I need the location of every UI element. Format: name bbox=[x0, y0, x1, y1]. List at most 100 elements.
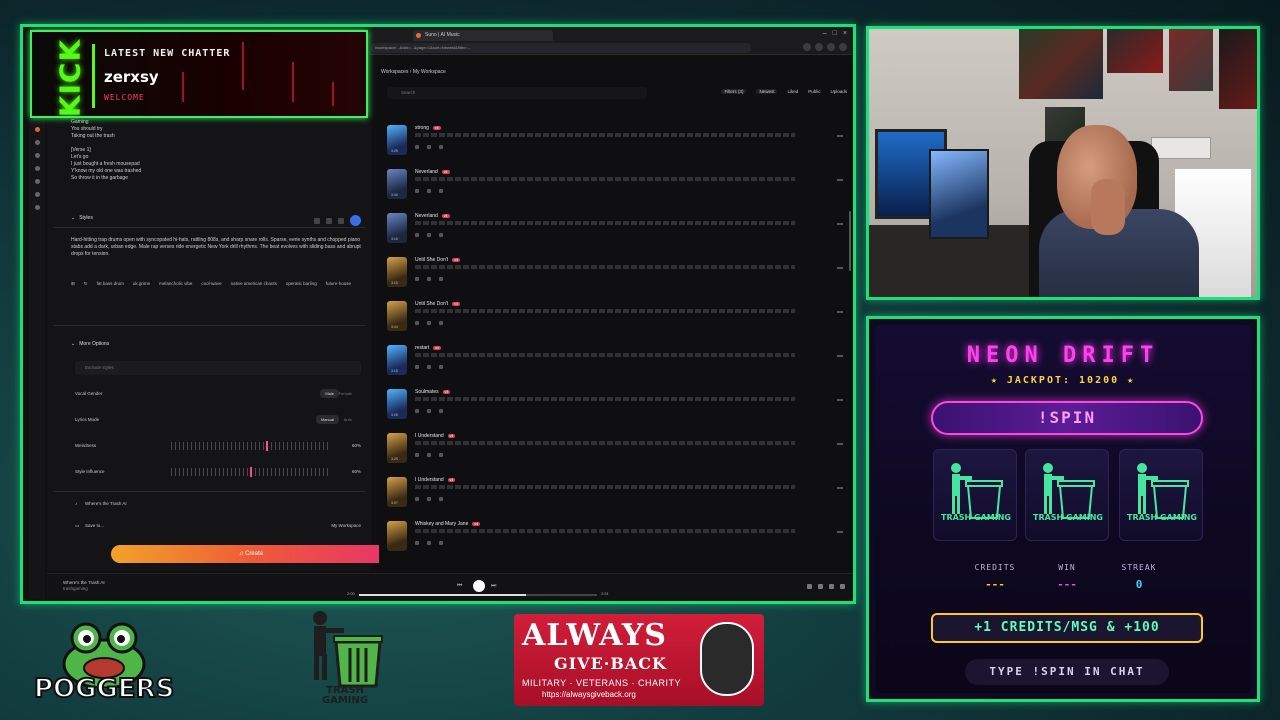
styles-textarea[interactable]: Hard-hitting trap drums open with syncop… bbox=[71, 237, 361, 258]
more-options-icon[interactable] bbox=[837, 443, 843, 445]
share-icon[interactable] bbox=[439, 321, 443, 325]
thumbs-up-icon[interactable] bbox=[415, 145, 419, 149]
style-tag[interactable]: operatic barling bbox=[286, 281, 317, 287]
share-icon[interactable] bbox=[439, 497, 443, 501]
share-icon[interactable] bbox=[439, 541, 443, 545]
home-icon[interactable] bbox=[34, 127, 40, 132]
song-title[interactable]: Whiskey and Mary Jane v4 bbox=[415, 521, 481, 527]
address-bar[interactable]: /workspace/...&wid=...&page=1&sort=Newes… bbox=[371, 43, 751, 53]
progress-bar[interactable] bbox=[359, 594, 597, 596]
breadcrumb[interactable]: Workspaces › My Workspace bbox=[381, 69, 446, 75]
thumbs-up-icon[interactable] bbox=[415, 321, 419, 325]
song-title[interactable]: I Understand v4 bbox=[415, 433, 456, 439]
style-influence-slider-handle[interactable] bbox=[250, 467, 252, 477]
create-icon[interactable] bbox=[34, 140, 40, 145]
exclude-styles-input[interactable]: Exclude styles bbox=[75, 361, 361, 375]
profile-icon[interactable] bbox=[839, 43, 847, 51]
share-icon[interactable] bbox=[439, 145, 443, 149]
song-title[interactable]: I Understand v4 bbox=[415, 477, 456, 483]
like-icon[interactable] bbox=[807, 584, 812, 589]
undo-icon[interactable] bbox=[314, 217, 320, 224]
minimize-icon[interactable]: – bbox=[823, 30, 827, 37]
thumbs-up-icon[interactable] bbox=[415, 189, 419, 193]
vocal-female-toggle[interactable]: Female bbox=[334, 389, 357, 398]
style-influence-slider[interactable] bbox=[171, 467, 331, 477]
song-row[interactable]: 3:07 I Understand v4 bbox=[387, 475, 847, 519]
pin-icon[interactable]: ⊞ bbox=[71, 281, 75, 287]
song-title-row[interactable]: ♪ Where's the Trash AI bbox=[75, 497, 361, 511]
workspace-search-input[interactable]: Search bbox=[387, 87, 647, 99]
style-tag[interactable]: melancholic vibe bbox=[159, 281, 192, 287]
styles-header[interactable]: ⌄ Styles bbox=[71, 215, 93, 221]
style-tag[interactable]: uk grime bbox=[133, 281, 150, 287]
thumbs-up-icon[interactable] bbox=[415, 277, 419, 281]
search-icon[interactable] bbox=[34, 166, 40, 171]
song-title-input[interactable]: Where's the Trash AI bbox=[85, 501, 127, 506]
lyrics-auto-toggle[interactable]: Auto bbox=[339, 415, 357, 424]
style-tag[interactable]: fat bass drum bbox=[97, 281, 124, 287]
song-row[interactable]: 3:15 Until She Don't v4 bbox=[387, 255, 847, 299]
now-playing[interactable]: Where's the Trash AI trashgaming bbox=[63, 580, 105, 592]
explore-icon[interactable] bbox=[34, 179, 40, 184]
thumbs-down-icon[interactable] bbox=[427, 409, 431, 413]
song-title[interactable]: restart v4 bbox=[415, 345, 441, 351]
share-icon[interactable] bbox=[818, 584, 823, 589]
thumbs-down-icon[interactable] bbox=[427, 189, 431, 193]
song-title[interactable]: Soulmates v4 bbox=[415, 389, 451, 395]
thumbs-down-icon[interactable] bbox=[427, 233, 431, 237]
song-cover[interactable] bbox=[387, 521, 407, 551]
song-row[interactable]: 3:29 I Understand v4 bbox=[387, 431, 847, 475]
maximize-icon[interactable]: □ bbox=[833, 30, 837, 37]
song-title[interactable]: Neverland v4 bbox=[415, 213, 450, 219]
share-icon[interactable] bbox=[439, 233, 443, 237]
close-icon[interactable]: × bbox=[843, 30, 847, 37]
refresh-icon[interactable]: ↻ bbox=[84, 281, 88, 287]
thumbs-up-icon[interactable] bbox=[415, 233, 419, 237]
workspace-scrollbar[interactable] bbox=[849, 211, 851, 271]
weirdness-slider[interactable] bbox=[171, 441, 331, 451]
share-icon[interactable] bbox=[439, 189, 443, 193]
song-row[interactable]: 3:44 Until She Don't v4 bbox=[387, 299, 847, 343]
share-icon[interactable] bbox=[439, 365, 443, 369]
song-title[interactable]: Until She Don't v4 bbox=[415, 257, 460, 263]
spin-button[interactable]: !SPIN bbox=[931, 401, 1203, 435]
notifications-icon[interactable] bbox=[34, 192, 40, 197]
sort-button[interactable]: Newest bbox=[756, 89, 778, 94]
star-icon[interactable] bbox=[803, 43, 811, 51]
song-row[interactable]: 3:18 Neverland v4 bbox=[387, 211, 847, 255]
thumbs-down-icon[interactable] bbox=[427, 453, 431, 457]
style-tag[interactable]: native american chants bbox=[231, 281, 277, 287]
thumbs-down-icon[interactable] bbox=[427, 497, 431, 501]
extension-icon[interactable] bbox=[815, 43, 823, 51]
more-options-icon[interactable] bbox=[837, 531, 843, 533]
more-options-icon[interactable] bbox=[837, 267, 843, 269]
more-options-icon[interactable] bbox=[837, 179, 843, 181]
more-options-icon[interactable] bbox=[837, 355, 843, 357]
liked-filter[interactable]: Liked bbox=[787, 89, 798, 94]
download-icon[interactable] bbox=[827, 43, 835, 51]
style-tag[interactable]: future-house bbox=[326, 281, 351, 287]
song-title[interactable]: strong v4 bbox=[415, 125, 441, 131]
save-to-value[interactable]: My Workspace bbox=[331, 523, 361, 528]
more-options-icon[interactable] bbox=[837, 135, 843, 137]
song-row[interactable]: Whiskey and Mary Jane v4 bbox=[387, 519, 847, 563]
previous-icon[interactable]: ⏮ bbox=[457, 583, 462, 590]
thumbs-down-icon[interactable] bbox=[427, 145, 431, 149]
public-filter[interactable]: Public bbox=[808, 89, 820, 94]
lyrics-textarea[interactable]: Gaming You should try Taking out the tra… bbox=[71, 119, 141, 182]
share-icon[interactable] bbox=[439, 277, 443, 281]
more-options-icon[interactable] bbox=[837, 311, 843, 313]
clear-icon[interactable] bbox=[326, 217, 332, 224]
thumbs-down-icon[interactable] bbox=[427, 277, 431, 281]
settings-icon[interactable] bbox=[34, 205, 40, 210]
share-icon[interactable] bbox=[439, 409, 443, 413]
uploads-filter[interactable]: Uploads bbox=[830, 89, 847, 94]
filters-button[interactable]: Filters (3) bbox=[721, 89, 747, 94]
song-row[interactable]: 3:25 strong v4 bbox=[387, 123, 847, 167]
more-options-icon[interactable] bbox=[837, 487, 843, 489]
save-to-row[interactable]: ▭ Save to... My Workspace bbox=[75, 519, 361, 533]
shuffle-icon[interactable] bbox=[338, 217, 344, 224]
song-row[interactable]: 3:18 restart v4 bbox=[387, 343, 847, 387]
thumbs-up-icon[interactable] bbox=[415, 365, 419, 369]
thumbs-up-icon[interactable] bbox=[415, 497, 419, 501]
